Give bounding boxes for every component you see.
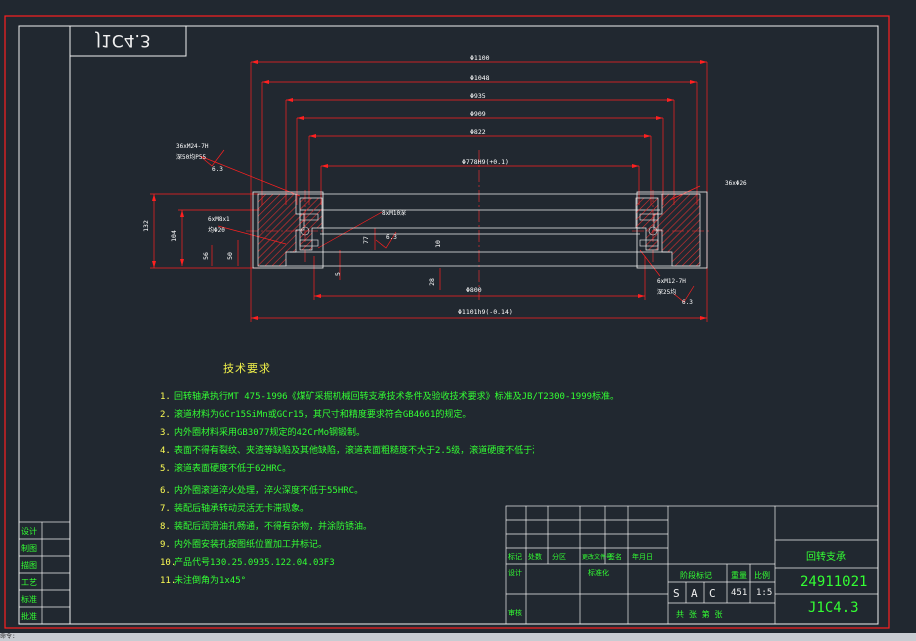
note-item: 1. 回转轴承执行MT 475-1996《煤矿采掘机械回转支承技术条件及验收技术要… (160, 392, 620, 402)
design-label: 设计 (508, 569, 522, 577)
row-label: 年月日 (632, 553, 653, 561)
dim-d909: Φ909 (470, 110, 486, 118)
dim-d1101: Φ1101h9(-0.14) (458, 308, 513, 316)
dim-d800: Φ800 (466, 286, 482, 294)
dim-h132: 132 (141, 220, 150, 232)
note-item: 2. 滚道材料为GCr15SiMn或GCr15，其尺寸和精度要求符合GB4661的… (160, 410, 472, 420)
note-item: 3. 内外圈材料采用GB3077规定的42CrMo钢锻制。 (160, 428, 366, 438)
status-bar: 命令: (0, 633, 916, 641)
title-block-lines (18, 505, 879, 625)
drawing-canvas[interactable] (0, 0, 916, 641)
note-item: 8. 装配后润滑油孔畅通，不得有杂物，并涂防锈油。 (160, 522, 373, 532)
row-label: 处数 (528, 553, 542, 561)
left-label: 描图 (21, 561, 37, 570)
note-item: 10.产品代号130.25.0935.122.04.03F3 (160, 558, 335, 568)
scale-label: 比例 (754, 571, 770, 580)
row-label: 签名 (608, 553, 622, 561)
left-label: 标准 (21, 595, 37, 604)
dim-h5: 5 (333, 272, 342, 276)
note-item: 5. 滚道表面硬度不低于62HRC。 (160, 464, 292, 474)
roughness-2: 6.3 (386, 234, 397, 241)
dim-d935: Φ935 (470, 92, 486, 100)
note-item: 4. 表面不得有裂纹、夹渣等缺陷及其他缺陷，滚道表面粗糙度不大于2.5级，滚道硬度… (160, 446, 534, 456)
weight-label: 重量 (731, 571, 747, 580)
note-item: 6. 内外圈滚道淬火处理，淬火深度不低于55HRC。 (160, 486, 364, 496)
note-item: 9. 内外圈安装孔按图纸位置加工并标记。 (160, 540, 328, 550)
hole-m10-spec: 8xM10深 (382, 210, 407, 217)
dim-h77: 77 (361, 236, 370, 244)
section-left (257, 193, 323, 267)
part-name: 回转支承 (806, 552, 846, 563)
dim-h28: 28 (427, 278, 436, 286)
dim-h10: 10 (433, 240, 442, 248)
hole-outer-depth: 深50均P55 (176, 154, 207, 161)
dim-d1048: Φ1048 (470, 74, 490, 82)
hole-right-spec: 36xΦ26 (725, 180, 747, 187)
row-label: 标记 (508, 553, 522, 561)
left-label: 工艺 (21, 578, 37, 587)
dim-h50: 50 (225, 252, 234, 260)
outer-border (4, 15, 890, 629)
dim-d822: Φ822 (470, 128, 486, 136)
stage-s: S (673, 587, 680, 600)
dim-h56: 56 (201, 252, 210, 260)
note-item: 11.未注倒角为1x45° (160, 576, 247, 586)
hole-m12-spec: 6xM12-7H (657, 278, 686, 285)
scale-value: 1:5 (756, 588, 773, 598)
drawing-number: 24911021 (800, 574, 868, 590)
left-label: 批准 (21, 612, 37, 621)
stage-a: A (691, 587, 698, 600)
notes-heading: 技术要求 (223, 362, 271, 375)
stage-c: C (709, 587, 716, 600)
dim-d778: Φ778H9(+0.1) (462, 158, 509, 166)
drawing-frame (18, 25, 879, 625)
drawing-code: J1C4.3 (808, 600, 859, 616)
dim-d1100: Φ1100 (470, 54, 490, 62)
weight-value: 451 (731, 588, 748, 598)
section-right (635, 193, 701, 267)
hole-m12-depth: 深25均 (657, 289, 677, 296)
design-label: 标准化 (588, 569, 609, 577)
command-prompt[interactable]: 命令: (0, 633, 16, 640)
roughness-1: 6.3 (212, 166, 223, 173)
design-label: 审核 (508, 609, 522, 617)
hole-m8-depth: 均Φ20 (208, 227, 225, 234)
left-label: 制图 (21, 544, 37, 553)
sheet-info: 共 张 第 张 (676, 610, 723, 619)
roughness-3: 6.3 (682, 299, 693, 306)
title-stamp: J1C4.3 (96, 30, 151, 50)
hole-m8-spec: 6xM8x1 (208, 216, 230, 223)
dim-h104: 104 (169, 230, 178, 242)
row-label: 分区 (552, 553, 566, 561)
hole-outer-spec: 36xM24-7H (176, 143, 209, 150)
note-item: 7. 装配后轴承转动灵活无卡滞现象。 (160, 504, 310, 514)
stage-label: 阶段标记 (680, 571, 712, 580)
left-label: 设计 (21, 527, 37, 536)
